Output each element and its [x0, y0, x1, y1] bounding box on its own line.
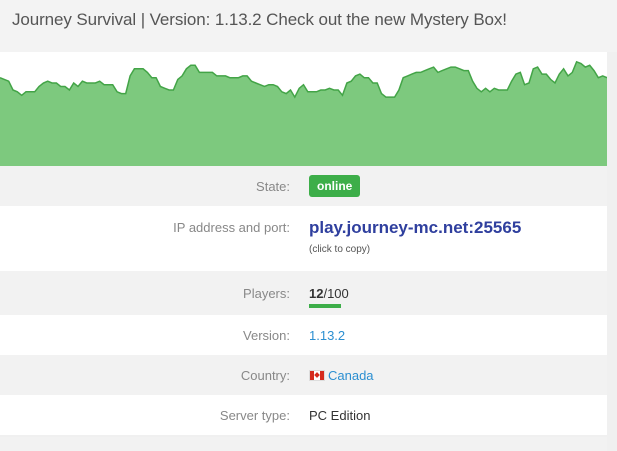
row-country: Country: Canada: [0, 355, 607, 395]
players-max: /100: [323, 286, 349, 301]
canada-flag-icon: [309, 369, 325, 381]
players-value: 12/100: [290, 271, 607, 315]
players-chart-svg: [0, 60, 607, 166]
row-state: State: online: [0, 166, 607, 206]
version-label: Version:: [243, 327, 290, 343]
row-ip: IP address and port: play.journey-mc.net…: [0, 206, 607, 271]
state-label: State:: [256, 178, 290, 194]
players-chart: [0, 52, 607, 166]
players-online: 12: [309, 286, 324, 301]
ip-value[interactable]: play.journey-mc.net:25565 (click to copy…: [290, 206, 607, 271]
server-info-table: State: online IP address and port: play.…: [0, 166, 607, 435]
state-value: online: [290, 175, 607, 197]
players-count: 12/100: [309, 286, 607, 301]
server-header: Journey Survival | Version: 1.13.2 Check…: [0, 0, 617, 52]
country-value: Canada: [290, 368, 607, 383]
server-type-value: PC Edition: [309, 407, 371, 423]
country-link[interactable]: Canada: [328, 368, 374, 383]
row-version: Version: 1.13.2: [0, 315, 607, 355]
players-label: Players:: [243, 286, 290, 301]
version-link[interactable]: 1.13.2: [309, 328, 345, 343]
status-badge: online: [309, 175, 361, 197]
ip-address-link[interactable]: play.journey-mc.net:25565: [309, 218, 607, 238]
row-players: Players: 12/100: [0, 271, 607, 315]
version-value: 1.13.2: [290, 328, 607, 343]
right-gutter: [607, 52, 617, 451]
row-server-type: Server type: PC Edition: [0, 395, 607, 435]
country-label: Country:: [240, 367, 290, 383]
bottom-strip: [0, 437, 607, 451]
players-progress-bar: [309, 304, 341, 308]
server-title: Journey Survival | Version: 1.13.2 Check…: [12, 10, 507, 29]
chart-area: [0, 61, 607, 166]
server-type-label: Server type:: [219, 407, 290, 423]
copy-hint: (click to copy): [309, 244, 371, 255]
ip-label: IP address and port:: [173, 220, 290, 235]
